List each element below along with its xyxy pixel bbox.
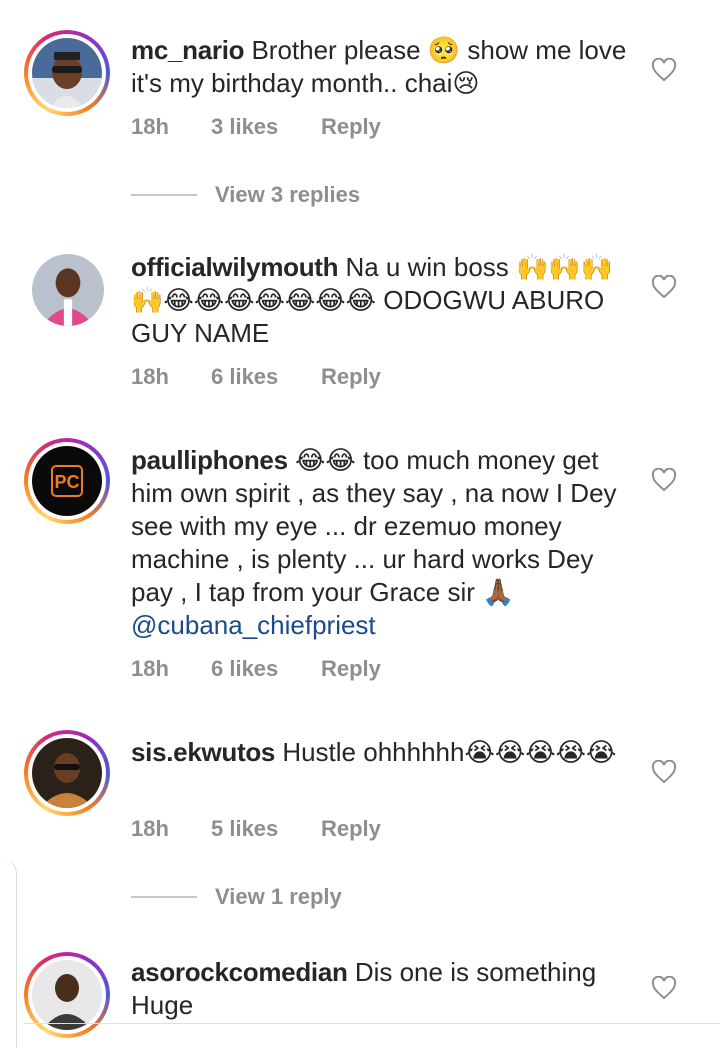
- avatar[interactable]: PC: [24, 438, 110, 524]
- heart-outline-icon[interactable]: [651, 468, 677, 492]
- comment-likes[interactable]: 5 likes: [211, 816, 321, 842]
- comment-likes[interactable]: 3 likes: [211, 114, 321, 140]
- comment-time: 18h: [131, 114, 169, 139]
- comment-text: asorockcomedian Dis one is something Hug…: [131, 956, 631, 1022]
- avatar[interactable]: [24, 730, 110, 816]
- comment-username[interactable]: sis.ekwutos: [131, 737, 275, 767]
- comment-username[interactable]: mc_nario: [131, 35, 245, 65]
- divider: [131, 896, 197, 898]
- mention-link[interactable]: @cubana_chiefpriest: [131, 610, 376, 640]
- divider: [131, 194, 197, 196]
- comment-text: officialwilymouth Na u win boss 🙌🙌🙌🙌😂😂😂😂…: [131, 251, 631, 350]
- comment-username[interactable]: asorockcomedian: [131, 957, 348, 987]
- comment-meta: 18h 6 likes Reply: [131, 656, 381, 682]
- reply-button[interactable]: Reply: [321, 656, 381, 682]
- reply-button[interactable]: Reply: [321, 364, 381, 390]
- view-replies-button[interactable]: View 3 replies: [131, 182, 360, 208]
- comment-meta: 18h 3 likes Reply: [131, 114, 381, 140]
- view-replies-label[interactable]: View 3 replies: [215, 182, 360, 208]
- comment-text: mc_nario Brother please 🥺 show me love i…: [131, 34, 631, 100]
- svg-text:PC: PC: [54, 472, 79, 492]
- reply-button[interactable]: Reply: [321, 816, 381, 842]
- input-edge: [0, 858, 17, 1048]
- comment-meta: 18h 6 likes Reply: [131, 364, 381, 390]
- avatar[interactable]: [24, 30, 110, 116]
- comment-time: 18h: [131, 816, 169, 841]
- comment-meta: 18h 5 likes Reply: [131, 816, 381, 842]
- comment-likes[interactable]: 6 likes: [211, 364, 321, 390]
- divider: [24, 1023, 720, 1024]
- view-replies-label[interactable]: View 1 reply: [215, 884, 342, 910]
- heart-outline-icon[interactable]: [651, 275, 677, 299]
- heart-outline-icon[interactable]: [651, 760, 677, 784]
- heart-outline-icon[interactable]: [651, 58, 677, 82]
- comment-time: 18h: [131, 364, 169, 389]
- heart-outline-icon[interactable]: [651, 976, 677, 1000]
- comment-text: paulliphones 😂😂 too much money get him o…: [131, 444, 631, 642]
- comment-username[interactable]: paulliphones: [131, 445, 288, 475]
- view-replies-button[interactable]: View 1 reply: [131, 884, 342, 910]
- comment-text: sis.ekwutos Hustle ohhhhhh😭😭😭😭😭: [131, 736, 631, 769]
- comment-time: 18h: [131, 656, 169, 681]
- reply-button[interactable]: Reply: [321, 114, 381, 140]
- avatar[interactable]: [24, 952, 110, 1038]
- avatar[interactable]: [32, 254, 104, 326]
- comment-likes[interactable]: 6 likes: [211, 656, 321, 682]
- comment-body: Hustle ohhhhhh😭😭😭😭😭: [275, 737, 617, 767]
- comment-username[interactable]: officialwilymouth: [131, 252, 339, 282]
